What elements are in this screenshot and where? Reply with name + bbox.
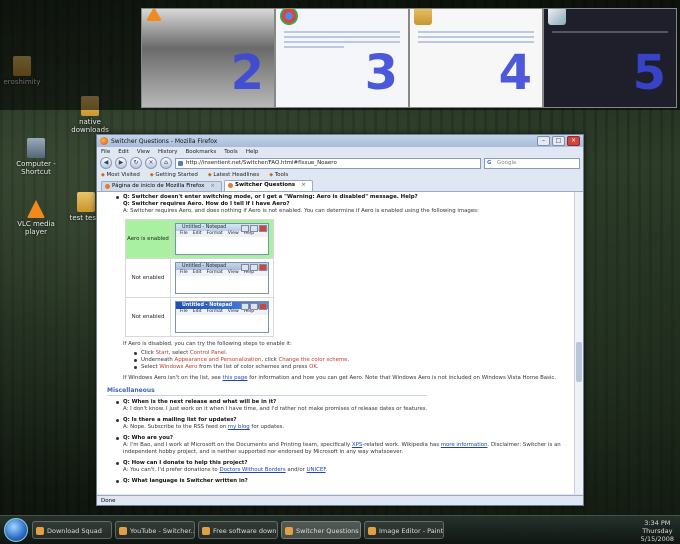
bookmark-latest-headlines[interactable]: Latest Headlines: [208, 172, 259, 178]
desktop-icon-computer[interactable]: Computer - Shortcut: [6, 138, 66, 176]
switcher-overlay: 2 3 4 5: [0, 0, 680, 110]
bookmarks-toolbar: Most Visited Getting Started Latest Head…: [97, 170, 583, 180]
xps-link[interactable]: XPS: [352, 442, 362, 448]
system-clock[interactable]: 3:34 PM Thursday 5/15/2008: [641, 519, 674, 543]
bookmark-getting-started[interactable]: Getting Started: [150, 172, 198, 178]
forward-button[interactable]: ▶: [115, 157, 127, 169]
status-bar: Done: [97, 495, 583, 505]
vlc-cone-icon: [146, 9, 162, 21]
close-tab-icon[interactable]: ×: [210, 183, 215, 189]
folder-icon: [414, 9, 432, 25]
page-content: Q: Switcher doesn't enter switching mode…: [97, 192, 575, 494]
firefox-window: Switcher Questions - Mozilla Firefox – □…: [96, 134, 584, 506]
taskbar-button-image-editor[interactable]: Image Editor - Paint...: [364, 521, 444, 539]
navigation-toolbar: ◀ ▶ ↻ × ⌂ http://insentient.net/Switcher…: [97, 156, 583, 170]
start-button[interactable]: [4, 518, 28, 542]
faq-question: Q: When is the next release and what wil…: [115, 399, 561, 406]
step-item: Underneath Appearance and Personalizatio…: [133, 357, 561, 364]
faq-answer: A: Switcher requires Aero, and does noth…: [123, 208, 479, 214]
tab-switcher-questions[interactable]: Switcher Questions ×: [224, 180, 313, 191]
maximize-button[interactable]: □: [552, 136, 565, 146]
switcher-thumb-3[interactable]: 3: [275, 8, 409, 108]
doctors-without-borders-link[interactable]: Doctors Without Borders: [219, 467, 285, 473]
faq-question: Q: Who are you?: [115, 435, 561, 442]
switcher-thumb-5[interactable]: 5: [543, 8, 677, 108]
home-button[interactable]: ⌂: [160, 157, 172, 169]
scrollbar-thumb[interactable]: [576, 342, 582, 382]
folder-icon: [77, 192, 95, 212]
close-button[interactable]: ×: [567, 136, 580, 146]
this-page-link[interactable]: this page: [223, 375, 248, 381]
section-title-miscellaneous: Miscellaneous: [107, 387, 427, 396]
bookmark-most-visited[interactable]: Most Visited: [101, 172, 139, 178]
faq-question: Q: What language is Switcher written in?: [115, 478, 561, 485]
table-row: Not enabled Untitled - Notepad File Edit F…: [125, 297, 274, 337]
firefox-icon: [100, 137, 108, 145]
bookmark-tools[interactable]: Tools: [269, 172, 289, 178]
faq-answer: A: I don't know. I just work on it when …: [123, 406, 428, 412]
faq-question: Q: Switcher requires Aero. How do I tell…: [123, 201, 290, 207]
url-bar[interactable]: http://insentient.net/Switcher/FAQ.html#…: [175, 157, 481, 169]
table-row: Not enabled Untitled - Notepad File Edit F…: [125, 258, 274, 298]
close-tab-icon[interactable]: ×: [301, 182, 306, 188]
faq-question: Q: Is there a mailing list for updates?: [115, 417, 561, 424]
vertical-scrollbar[interactable]: [574, 192, 583, 494]
taskbar-button-switcher-questions[interactable]: Switcher Questions ...: [281, 521, 361, 539]
search-input[interactable]: Google: [484, 157, 580, 169]
faq-answer: A: Nope. Subscribe to the RSS feed on my…: [123, 424, 285, 430]
menu-file[interactable]: File: [101, 149, 110, 155]
back-button[interactable]: ◀: [100, 157, 112, 169]
switcher-thumb-4[interactable]: 4: [409, 8, 543, 108]
stop-button[interactable]: ×: [145, 157, 157, 169]
reload-button[interactable]: ↻: [130, 157, 142, 169]
vlc-cone-icon: [27, 200, 45, 218]
faq-answer: A: You can't. I'd prefer donations to Do…: [123, 467, 328, 473]
menu-bar: File Edit View History Bookmarks Tools H…: [97, 147, 583, 156]
menu-history[interactable]: History: [158, 149, 178, 155]
menu-bookmarks[interactable]: Bookmarks: [186, 149, 217, 155]
window-title: Switcher Questions - Mozilla Firefox: [111, 137, 218, 145]
taskbar-button-free-software[interactable]: Free software down...: [198, 521, 278, 539]
menu-tools[interactable]: Tools: [224, 149, 238, 155]
unicef-link[interactable]: UNICEF: [307, 467, 326, 473]
faq-question: Q: Switcher doesn't enter switching mode…: [115, 194, 561, 201]
faq-answer: A: I'm Bao, and I work at Microsoft on t…: [123, 442, 561, 455]
title-bar[interactable]: Switcher Questions - Mozilla Firefox – □…: [97, 135, 583, 147]
chrome-icon: [280, 9, 298, 25]
taskbar-button-youtube[interactable]: YouTube - Switcher...: [115, 521, 195, 539]
step-item: Click Start, select Control Panel.: [133, 350, 561, 357]
step-item: Select Windows Aero from the list of col…: [133, 364, 561, 371]
aero-comparison-table: Aero is enabled Untitled - Notepad File E…: [125, 219, 274, 337]
menu-view[interactable]: View: [137, 149, 150, 155]
faq-question: Q: How can I donate to help this project…: [115, 460, 561, 467]
notepad-classic-image: Untitled - Notepad File Edit Format View Hel…: [175, 301, 269, 333]
menu-help[interactable]: Help: [246, 149, 259, 155]
computer-icon: [27, 138, 45, 158]
taskbar: Download Squad YouTube - Switcher... Fre…: [0, 515, 680, 544]
minimize-button[interactable]: –: [537, 136, 550, 146]
switcher-thumb-2[interactable]: 2: [141, 8, 275, 108]
more-information-link[interactable]: more information: [441, 442, 488, 448]
paint-icon: [548, 9, 566, 25]
table-row: Aero is enabled Untitled - Notepad File E…: [125, 219, 274, 259]
menu-edit[interactable]: Edit: [118, 149, 129, 155]
notepad-basic-image: Untitled - Notepad File Edit Format View Hel…: [175, 262, 269, 294]
notepad-aero-image: Untitled - Notepad File Edit Format View Hel…: [175, 223, 269, 255]
my-blog-link[interactable]: my blog: [228, 424, 250, 430]
tab-firefox-start[interactable]: Página de inicio de Mozilla Firefox ×: [101, 181, 223, 191]
tab-strip: Página de inicio de Mozilla Firefox × Swi…: [97, 180, 583, 192]
taskbar-button-download-squad[interactable]: Download Squad: [32, 521, 112, 539]
